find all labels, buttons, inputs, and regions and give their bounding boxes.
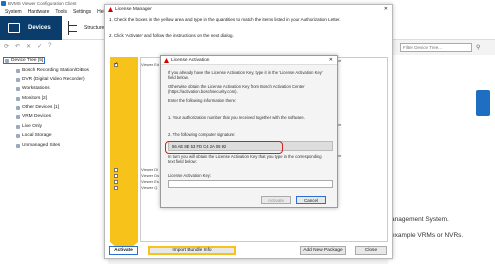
device-tree-icon bbox=[5, 58, 9, 63]
structure-icon bbox=[68, 21, 80, 35]
storage-icon bbox=[16, 133, 20, 138]
license-row: Viewer Q bbox=[141, 185, 158, 190]
instruction-text: If you already have the License Activati… bbox=[168, 70, 323, 75]
right-pane-text-1: anagement System. bbox=[391, 216, 449, 223]
license-manager-titlebar: License Manager bbox=[105, 5, 392, 14]
tab-devices-label: Devices bbox=[28, 25, 51, 31]
check-icon[interactable]: ✓ bbox=[37, 43, 42, 50]
tab-structure-label: Structure bbox=[84, 25, 105, 31]
license-activation-key-input[interactable] bbox=[168, 180, 333, 188]
license-checkbox[interactable] bbox=[114, 174, 118, 178]
delete-icon[interactable]: ✕ bbox=[26, 43, 31, 50]
site-icon bbox=[16, 143, 20, 148]
filter-icon[interactable]: ⚲ bbox=[476, 44, 480, 51]
tree-item-dvr[interactable]: DVR (Digital Video Recorder) bbox=[16, 77, 85, 82]
undo-icon[interactable]: ↶ bbox=[15, 43, 20, 50]
filter-device-tree-input[interactable] bbox=[400, 43, 472, 52]
tree-item-local-storage[interactable]: Local Storage bbox=[16, 133, 52, 138]
instruction-step-1: 1. Check the boxes in the yellow area an… bbox=[109, 17, 341, 22]
import-bundle-info-button[interactable]: Import Bundle Info bbox=[148, 246, 236, 255]
tree-item-monitors[interactable]: Monitors [2] bbox=[16, 96, 47, 101]
instruction-text: 1. Your authorization number that you re… bbox=[168, 115, 305, 120]
close-icon[interactable]: ✕ bbox=[384, 6, 388, 12]
yellow-selection-area bbox=[110, 57, 138, 254]
bosch-warning-icon bbox=[164, 58, 169, 63]
license-activation-title: License Activation bbox=[171, 58, 210, 63]
license-row: Viewer Ds bbox=[141, 173, 160, 178]
vrm-icon bbox=[16, 114, 20, 119]
instruction-step-2: 2. Click 'Activate' and follow the instr… bbox=[109, 33, 234, 38]
device-tree: Device Tree [5] Bosch Recording Station/… bbox=[0, 53, 108, 264]
side-panel-icon[interactable] bbox=[476, 90, 490, 116]
devices-icon bbox=[8, 23, 20, 33]
refresh-icon[interactable]: ⟳ bbox=[4, 43, 9, 50]
license-manager-title: License Manager bbox=[115, 7, 152, 12]
help-icon[interactable]: ? bbox=[48, 43, 51, 50]
license-checkbox[interactable] bbox=[114, 186, 118, 190]
menu-system[interactable]: System bbox=[5, 9, 22, 16]
app-title: BVMS Viewer Configuration Client bbox=[8, 1, 77, 6]
recorder-icon bbox=[16, 68, 20, 73]
workstation-icon bbox=[16, 86, 20, 91]
instruction-text: 2. The following computer signature: bbox=[168, 132, 236, 137]
license-checkbox[interactable] bbox=[114, 180, 118, 184]
license-row: Viewer Ed bbox=[141, 62, 160, 67]
cancel-button[interactable]: Cancel bbox=[296, 196, 326, 204]
tree-item-recording-station[interactable]: Bosch Recording Station/DiBos bbox=[16, 68, 89, 73]
close-button[interactable]: Close bbox=[355, 246, 387, 255]
activate-button[interactable]: Activate bbox=[109, 246, 138, 255]
monitor-icon bbox=[16, 96, 20, 101]
license-row: Viewer DI bbox=[141, 167, 159, 172]
close-icon[interactable]: ✕ bbox=[329, 57, 333, 63]
license-checkbox[interactable] bbox=[114, 168, 118, 172]
tree-item-unmanaged-sites[interactable]: Unmanaged Sites bbox=[16, 143, 60, 148]
add-new-package-button[interactable]: Add New Package bbox=[300, 246, 346, 255]
license-key-label: License Activation Key: bbox=[168, 173, 212, 178]
license-row: Viewer Es bbox=[141, 179, 159, 184]
signature-highlight-outline bbox=[165, 141, 283, 154]
instruction-text: Enter the following information there: bbox=[168, 98, 237, 103]
dvr-icon bbox=[16, 77, 20, 82]
right-pane-text-2: example VRMs or NVRs. bbox=[391, 232, 464, 239]
activate-button-disabled[interactable]: Activate bbox=[261, 196, 291, 204]
instruction-text: field below. bbox=[168, 75, 189, 80]
tab-structure[interactable]: Structure bbox=[62, 16, 104, 40]
menu-settings[interactable]: Settings bbox=[73, 9, 91, 16]
tab-devices[interactable]: Devices bbox=[0, 16, 62, 40]
tree-item-vrm-devices[interactable]: VRM Devices bbox=[16, 114, 51, 119]
menu-tools[interactable]: Tools bbox=[55, 9, 67, 16]
activation-url: (https://activation.boschsecurity.com). bbox=[168, 89, 238, 94]
tree-item-device-tree[interactable]: Device Tree [5] bbox=[3, 57, 46, 64]
menu-hardware[interactable]: Hardware bbox=[28, 9, 50, 16]
license-activation-titlebar: License Activation bbox=[161, 56, 337, 65]
tree-item-workstations[interactable]: Workstations bbox=[16, 86, 50, 91]
device-icon bbox=[16, 105, 20, 110]
tree-item-other-devices[interactable]: Other Devices [1] bbox=[16, 105, 59, 110]
license-checkbox[interactable] bbox=[114, 61, 118, 67]
tree-item-live-only[interactable]: Live Only bbox=[16, 124, 42, 129]
bosch-warning-icon bbox=[108, 7, 113, 12]
instruction-text: text field below: bbox=[168, 159, 197, 164]
app-icon bbox=[1, 1, 6, 6]
tree-toolbar: ⟳ ↶ ✕ ✓ ? bbox=[0, 40, 108, 53]
license-activation-dialog: License Activation ✕ If you already have… bbox=[160, 55, 338, 208]
camera-icon bbox=[16, 124, 20, 129]
